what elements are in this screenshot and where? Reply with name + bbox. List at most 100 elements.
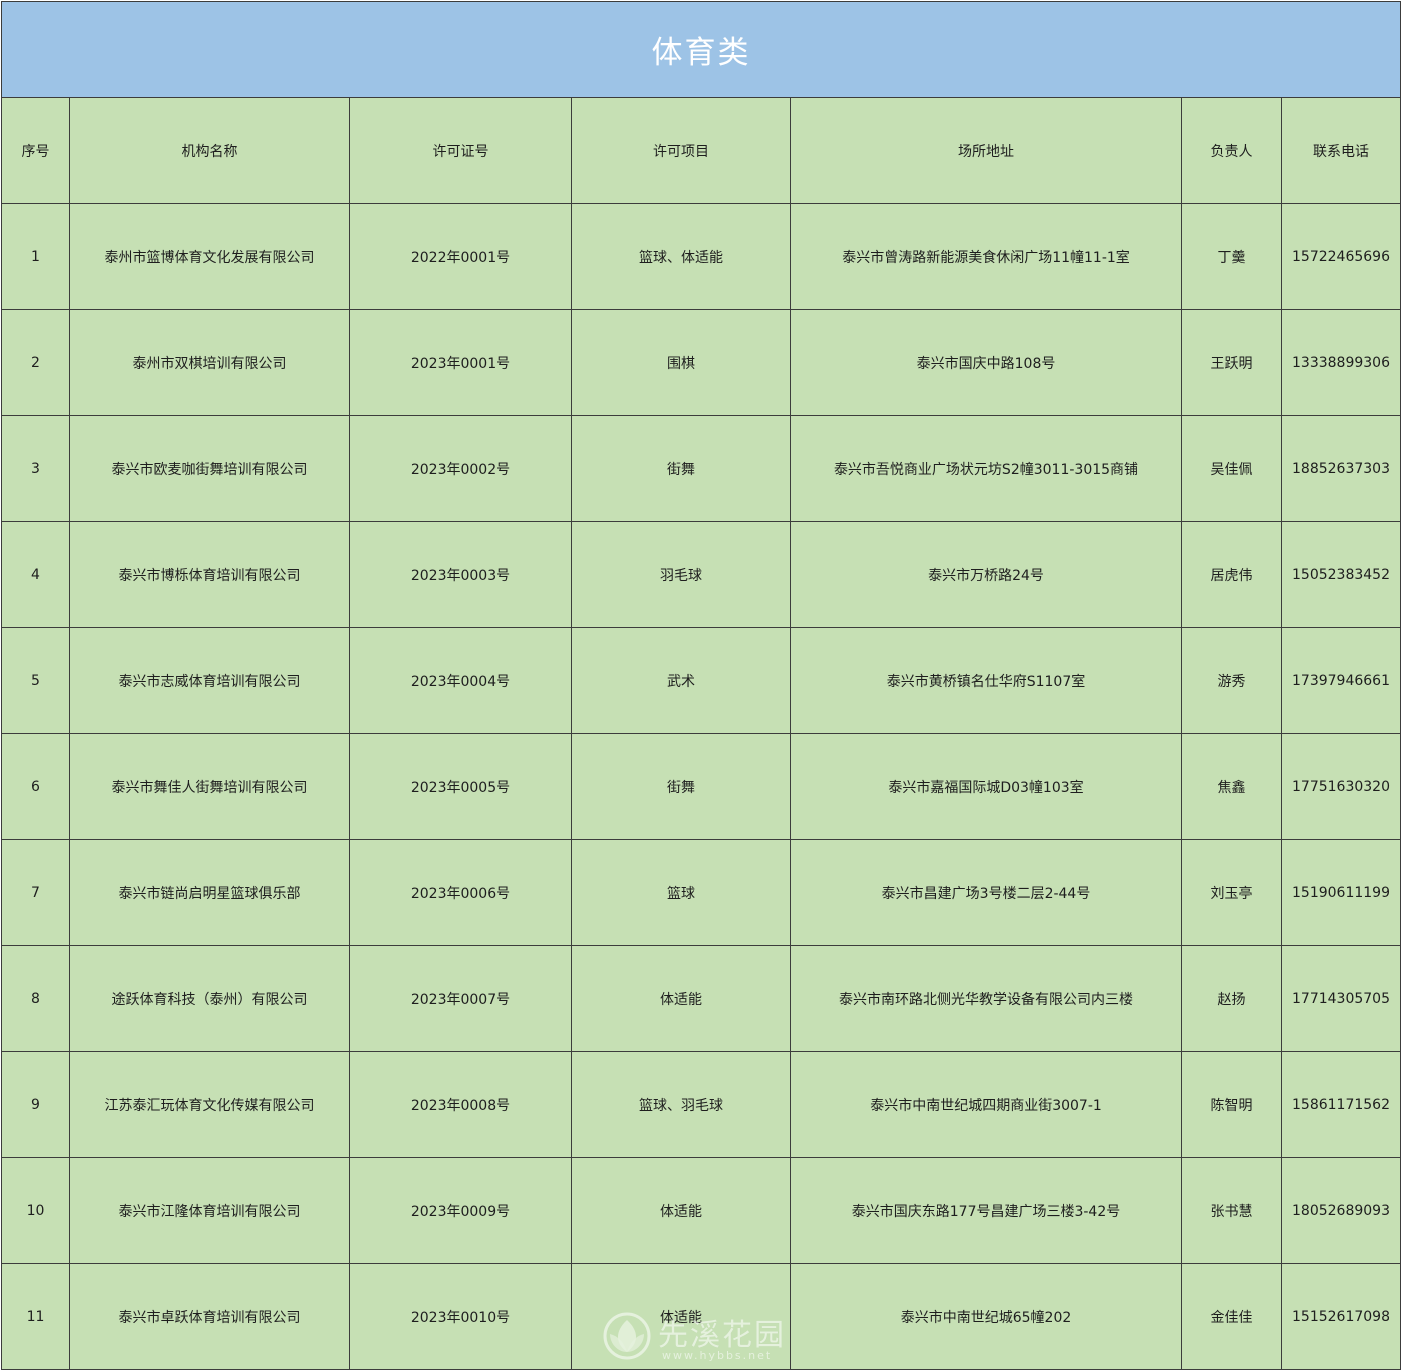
- cell-org-name: 泰兴市舞佳人街舞培训有限公司: [69, 733, 350, 840]
- cell-org-name: 泰兴市卓跃体育培训有限公司: [69, 1263, 350, 1370]
- cell-address: 泰兴市国庆东路177号昌建广场三楼3-42号: [790, 1157, 1182, 1264]
- cell-license-items: 篮球、羽毛球: [571, 1051, 791, 1158]
- cell-address: 泰兴市中南世纪城四期商业街3007-1: [790, 1051, 1182, 1158]
- cell-license-items: 羽毛球: [571, 521, 791, 628]
- cell-license-no: 2023年0002号: [349, 415, 572, 522]
- cell-address: 泰兴市嘉福国际城D03幢103室: [790, 733, 1182, 840]
- title-row: 体育类: [0, 1, 1402, 98]
- table-row: 3 泰兴市欧麦咖街舞培训有限公司 2023年0002号 街舞 泰兴市吾悦商业广场状元坊S…: [1, 415, 1402, 522]
- cell-license-items: 街舞: [571, 415, 791, 522]
- cell-phone: 15052383452: [1280, 521, 1402, 628]
- cell-person: 丁羹: [1181, 203, 1282, 310]
- cell-license-no: 2023年0006号: [349, 839, 572, 946]
- cell-license-no: 2023年0005号: [349, 733, 572, 840]
- table-row: 5 泰兴市志威体育培训有限公司 2023年0004号 武术 泰兴市黄桥镇名仕华府S110…: [1, 627, 1402, 734]
- column-header-license-no: 许可证号: [349, 97, 572, 204]
- cell-index: 3: [1, 415, 70, 522]
- cell-license-no: 2023年0009号: [349, 1157, 572, 1264]
- cell-person: 金佳佳: [1181, 1263, 1282, 1370]
- cell-index: 1: [1, 203, 70, 310]
- cell-person: 赵扬: [1181, 945, 1282, 1052]
- cell-phone: 17751630320: [1280, 733, 1402, 840]
- cell-address: 泰兴市万桥路24号: [790, 521, 1182, 628]
- cell-org-name: 途跃体育科技（泰州）有限公司: [69, 945, 350, 1052]
- cell-index: 10: [1, 1157, 70, 1264]
- column-header-license-items: 许可项目: [571, 97, 791, 204]
- cell-license-no: 2023年0004号: [349, 627, 572, 734]
- cell-person: 张书慧: [1181, 1157, 1282, 1264]
- cell-license-items: 体适能: [571, 1157, 791, 1264]
- column-header-person: 负责人: [1181, 97, 1282, 204]
- cell-license-no: 2023年0001号: [349, 309, 572, 416]
- cell-phone: 17397946661: [1280, 627, 1402, 734]
- cell-org-name: 泰兴市志威体育培训有限公司: [69, 627, 350, 734]
- cell-person: 吴佳佩: [1181, 415, 1282, 522]
- cell-org-name: 泰州市篮博体育文化发展有限公司: [69, 203, 350, 310]
- table-title: 体育类: [0, 1, 1402, 98]
- cell-license-items: 武术: [571, 627, 791, 734]
- header-row: 序号 机构名称 许可证号 许可项目 场所地址 负责人 联系电话: [1, 97, 1402, 204]
- cell-person: 焦鑫: [1181, 733, 1282, 840]
- table-body: 1 泰州市篮博体育文化发展有限公司 2022年0001号 篮球、体适能 泰兴市曾涛路新能…: [1, 203, 1402, 1370]
- cell-phone: 15861171562: [1280, 1051, 1402, 1158]
- sports-license-table: 体育类 序号 机构名称 许可证号 许可项目 场所地址 负责人 联系电话 1 泰州市…: [0, 1, 1402, 1370]
- column-header-address: 场所地址: [790, 97, 1182, 204]
- cell-license-items: 篮球、体适能: [571, 203, 791, 310]
- cell-address: 泰兴市曾涛路新能源美食休闲广场11幢11-1室: [790, 203, 1182, 310]
- cell-index: 11: [1, 1263, 70, 1370]
- cell-license-no: 2023年0007号: [349, 945, 572, 1052]
- cell-person: 王跃明: [1181, 309, 1282, 416]
- cell-org-name: 泰州市双棋培训有限公司: [69, 309, 350, 416]
- cell-address: 泰兴市国庆中路108号: [790, 309, 1182, 416]
- cell-phone: 15190611199: [1280, 839, 1402, 946]
- cell-address: 泰兴市中南世纪城65幢202: [790, 1263, 1182, 1370]
- cell-index: 7: [1, 839, 70, 946]
- cell-phone: 17714305705: [1280, 945, 1402, 1052]
- cell-phone: 18052689093: [1280, 1157, 1402, 1264]
- cell-org-name: 泰兴市江隆体育培训有限公司: [69, 1157, 350, 1264]
- cell-address: 泰兴市黄桥镇名仕华府S1107室: [790, 627, 1182, 734]
- cell-license-items: 篮球: [571, 839, 791, 946]
- cell-org-name: 泰兴市博栎体育培训有限公司: [69, 521, 350, 628]
- cell-index: 8: [1, 945, 70, 1052]
- cell-index: 2: [1, 309, 70, 416]
- cell-phone: 15152617098: [1280, 1263, 1402, 1370]
- table-row: 10 泰兴市江隆体育培训有限公司 2023年0009号 体适能 泰兴市国庆东路177号昌…: [1, 1157, 1402, 1264]
- cell-address: 泰兴市吾悦商业广场状元坊S2幢3011-3015商铺: [790, 415, 1182, 522]
- column-header-index: 序号: [1, 97, 70, 204]
- table-row: 7 泰兴市链尚启明星篮球俱乐部 2023年0006号 篮球 泰兴市昌建广场3号楼二层2-…: [1, 839, 1402, 946]
- cell-org-name: 江苏泰汇玩体育文化传媒有限公司: [69, 1051, 350, 1158]
- cell-license-no: 2022年0001号: [349, 203, 572, 310]
- table-row: 11 泰兴市卓跃体育培训有限公司 2023年0010号 体适能 泰兴市中南世纪城65幢2…: [1, 1263, 1402, 1370]
- cell-address: 泰兴市昌建广场3号楼二层2-44号: [790, 839, 1182, 946]
- cell-org-name: 泰兴市链尚启明星篮球俱乐部: [69, 839, 350, 946]
- cell-license-items: 体适能: [571, 1263, 791, 1370]
- cell-index: 4: [1, 521, 70, 628]
- cell-license-items: 体适能: [571, 945, 791, 1052]
- table-row: 8 途跃体育科技（泰州）有限公司 2023年0007号 体适能 泰兴市南环路北侧光华教学…: [1, 945, 1402, 1052]
- cell-person: 游秀: [1181, 627, 1282, 734]
- cell-license-no: 2023年0010号: [349, 1263, 572, 1370]
- cell-license-no: 2023年0008号: [349, 1051, 572, 1158]
- cell-license-items: 围棋: [571, 309, 791, 416]
- cell-index: 9: [1, 1051, 70, 1158]
- column-header-phone: 联系电话: [1280, 97, 1402, 204]
- cell-license-items: 街舞: [571, 733, 791, 840]
- cell-org-name: 泰兴市欧麦咖街舞培训有限公司: [69, 415, 350, 522]
- table-row: 4 泰兴市博栎体育培训有限公司 2023年0003号 羽毛球 泰兴市万桥路24号 居虎伟 1…: [1, 521, 1402, 628]
- cell-person: 刘玉亭: [1181, 839, 1282, 946]
- cell-index: 5: [1, 627, 70, 734]
- cell-phone: 18852637303: [1280, 415, 1402, 522]
- cell-index: 6: [1, 733, 70, 840]
- column-header-org-name: 机构名称: [69, 97, 350, 204]
- table-row: 1 泰州市篮博体育文化发展有限公司 2022年0001号 篮球、体适能 泰兴市曾涛路新能…: [1, 203, 1402, 310]
- cell-phone: 15722465696: [1280, 203, 1402, 310]
- table-row: 9 江苏泰汇玩体育文化传媒有限公司 2023年0008号 篮球、羽毛球 泰兴市中南世纪城…: [1, 1051, 1402, 1158]
- cell-address: 泰兴市南环路北侧光华教学设备有限公司内三楼: [790, 945, 1182, 1052]
- cell-person: 居虎伟: [1181, 521, 1282, 628]
- cell-license-no: 2023年0003号: [349, 521, 572, 628]
- cell-phone: 13338899306: [1280, 309, 1402, 416]
- cell-person: 陈智明: [1181, 1051, 1282, 1158]
- table-row: 6 泰兴市舞佳人街舞培训有限公司 2023年0005号 街舞 泰兴市嘉福国际城D03幢1…: [1, 733, 1402, 840]
- table-row: 2 泰州市双棋培训有限公司 2023年0001号 围棋 泰兴市国庆中路108号 王跃明 13…: [1, 309, 1402, 416]
